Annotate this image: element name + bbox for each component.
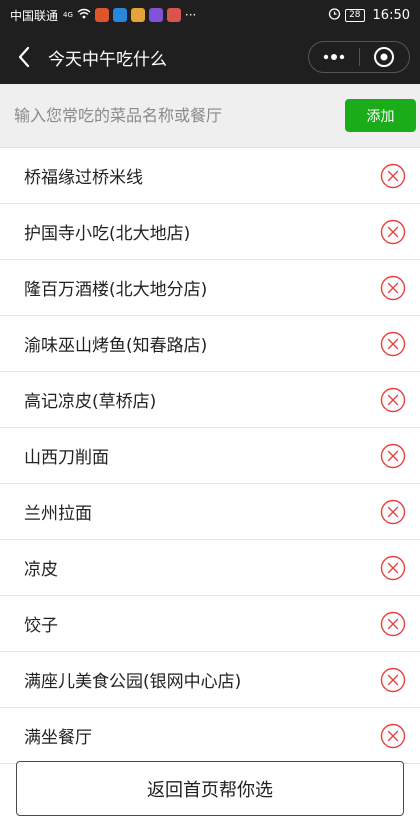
dish-name: 兰州拉面 xyxy=(24,504,92,524)
dish-name: 凉皮 xyxy=(24,560,58,580)
dish-name-input[interactable] xyxy=(14,95,345,136)
clock-time: 16:50 xyxy=(372,7,410,23)
target-circle-icon xyxy=(374,47,395,67)
add-dish-row: 添加 xyxy=(0,84,420,148)
dish-name: 隆百万酒楼(北大地分店) xyxy=(24,280,208,300)
back-to-home-button[interactable]: 返回首页帮你选 xyxy=(16,761,404,816)
delete-button[interactable] xyxy=(378,161,408,191)
list-item: 山西刀削面 xyxy=(0,428,420,484)
list-item: 桥福缘过桥米线 xyxy=(0,148,420,204)
status-right: 28 16:50 xyxy=(328,7,410,23)
close-miniprogram-button[interactable] xyxy=(360,42,410,72)
back-button[interactable] xyxy=(4,30,44,84)
list-item: 凉皮 xyxy=(0,540,420,596)
dish-name: 饺子 xyxy=(24,616,58,636)
app-notification-icon xyxy=(148,8,163,22)
list-item: 饺子 xyxy=(0,596,420,652)
list-item: 兰州拉面 xyxy=(0,484,420,540)
close-circle-icon xyxy=(380,387,406,412)
close-circle-icon xyxy=(380,275,406,300)
carrier-label: 中国联通 xyxy=(10,8,59,23)
alarm-icon xyxy=(328,7,341,23)
dish-name: 山西刀削面 xyxy=(24,448,109,468)
page-title: 今天中午吃什么 xyxy=(48,49,167,70)
delete-button[interactable] xyxy=(378,329,408,359)
delete-button[interactable] xyxy=(378,273,408,303)
more-dots-icon xyxy=(323,54,344,60)
list-item: 护国寺小吃(北大地店) xyxy=(0,204,420,260)
wifi-icon xyxy=(77,8,91,22)
app-notification-icon xyxy=(130,8,145,22)
close-circle-icon xyxy=(380,219,406,244)
more-menu-button[interactable] xyxy=(309,42,359,72)
app-notification-icon xyxy=(112,8,127,22)
app-notification-icon xyxy=(94,8,109,22)
delete-button[interactable] xyxy=(378,665,408,695)
app-notification-icon xyxy=(166,8,181,22)
dish-list: 桥福缘过桥米线护国寺小吃(北大地店) 隆百万酒楼(北大地分店) 渝味巫山烤鱼(知春路… xyxy=(0,148,420,764)
more-notifications: ··· xyxy=(184,8,197,22)
dish-name: 桥福缘过桥米线 xyxy=(24,168,143,188)
status-left: 中国联通 4G ··· xyxy=(10,7,196,24)
delete-button[interactable] xyxy=(378,721,408,751)
list-item: 渝味巫山烤鱼(知春路店) xyxy=(0,316,420,372)
dish-name: 满座儿美食公园(银网中心店) xyxy=(24,672,242,692)
nav-bar: 今天中午吃什么 xyxy=(0,30,420,84)
close-circle-icon xyxy=(380,611,406,636)
delete-button[interactable] xyxy=(378,441,408,471)
close-circle-icon xyxy=(380,499,406,524)
list-item: 满座儿美食公园(银网中心店) xyxy=(0,652,420,708)
close-circle-icon xyxy=(380,555,406,580)
close-circle-icon xyxy=(380,723,406,748)
delete-button[interactable] xyxy=(378,385,408,415)
close-circle-icon xyxy=(380,331,406,356)
list-item: 隆百万酒楼(北大地分店) xyxy=(0,260,420,316)
list-item: 满坐餐厅 xyxy=(0,708,420,764)
delete-button[interactable] xyxy=(378,217,408,247)
dish-name: 高记凉皮(草桥店) xyxy=(24,392,157,412)
network-label: 4G xyxy=(63,11,73,19)
close-circle-icon xyxy=(380,667,406,692)
add-button[interactable]: 添加 xyxy=(345,99,416,132)
dish-name: 渝味巫山烤鱼(知春路店) xyxy=(24,336,208,356)
delete-button[interactable] xyxy=(378,609,408,639)
dish-name: 护国寺小吃(北大地店) xyxy=(24,224,191,244)
miniprogram-capsule xyxy=(308,41,410,73)
chevron-left-icon xyxy=(18,46,30,68)
battery-level: 28 xyxy=(345,8,365,22)
delete-button[interactable] xyxy=(378,553,408,583)
close-circle-icon xyxy=(380,443,406,468)
status-bar: 中国联通 4G ··· 28 16:50 xyxy=(0,0,420,30)
list-item: 高记凉皮(草桥店) xyxy=(0,372,420,428)
delete-button[interactable] xyxy=(378,497,408,527)
close-circle-icon xyxy=(380,163,406,188)
dish-name: 满坐餐厅 xyxy=(24,728,92,748)
